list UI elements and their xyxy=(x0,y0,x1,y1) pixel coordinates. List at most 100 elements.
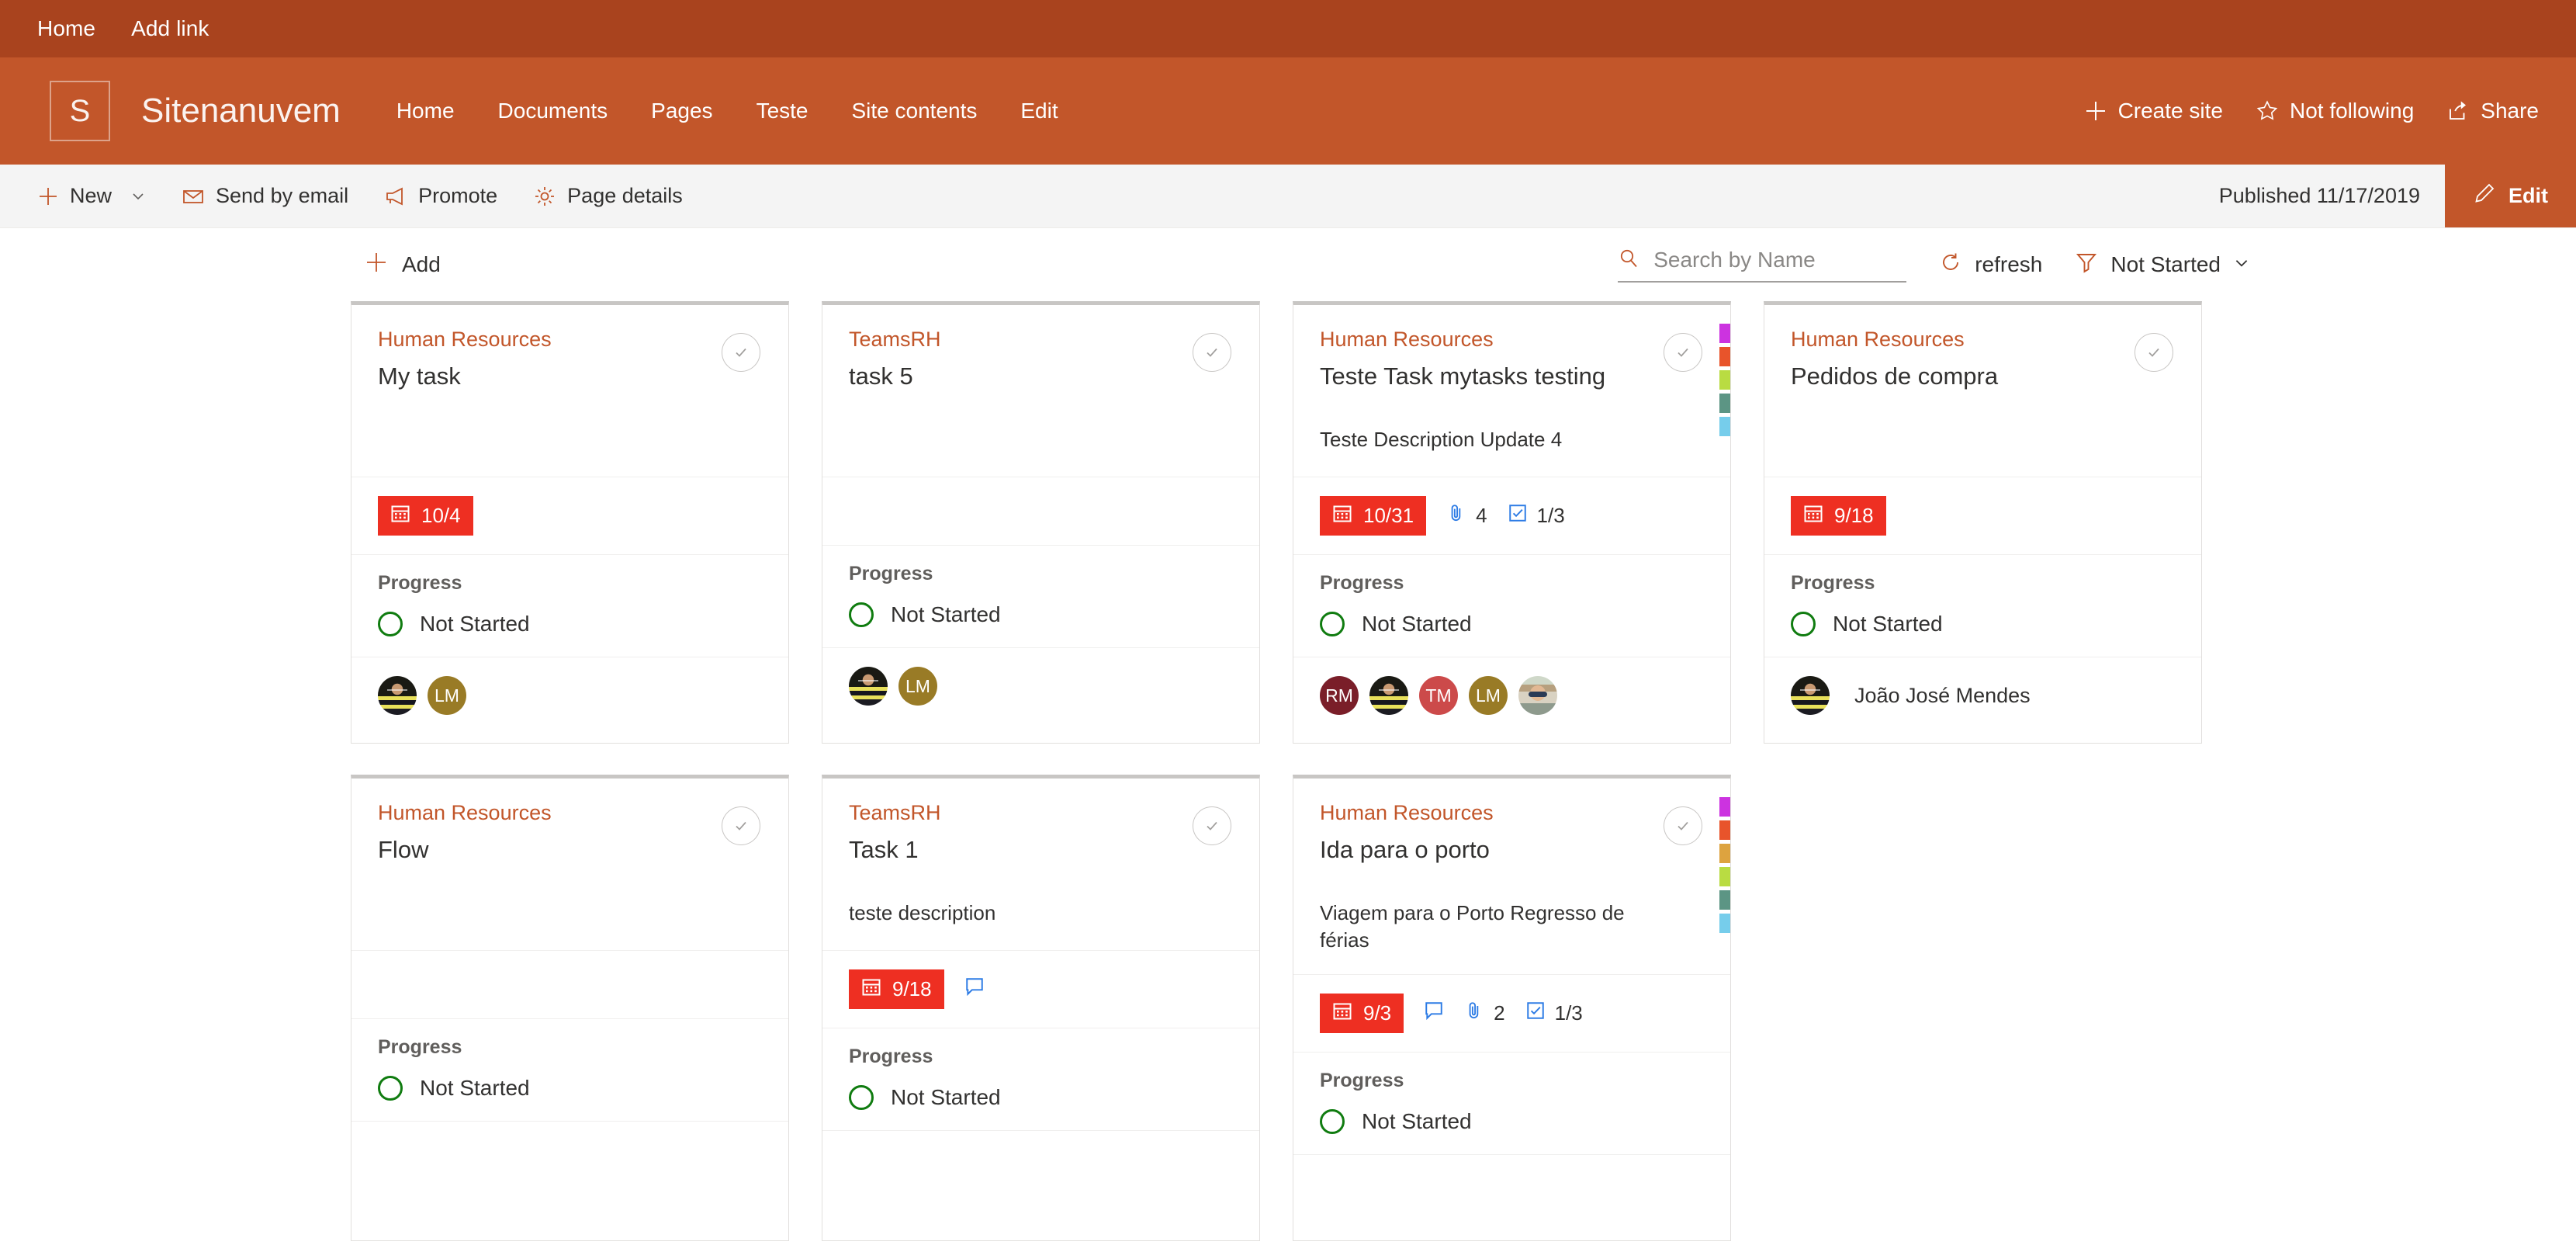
command-bar-spacer xyxy=(698,165,2219,227)
progress-status[interactable]: Not Started xyxy=(1791,612,2175,636)
progress-status-label: Not Started xyxy=(891,1085,1001,1109)
not-started-icon xyxy=(378,1076,403,1101)
task-card[interactable]: TeamsRH task 5 Progress Not Started LM xyxy=(822,301,1260,744)
progress-status-label: Not Started xyxy=(891,602,1001,626)
complete-task-button[interactable] xyxy=(722,806,760,845)
complete-task-button[interactable] xyxy=(1193,333,1231,372)
share-button[interactable]: Share xyxy=(2446,99,2539,123)
suite-link-home[interactable]: Home xyxy=(37,16,95,41)
task-title: task 5 xyxy=(849,362,913,390)
nav-item-site-contents[interactable]: Site contents xyxy=(849,91,981,131)
add-task-label: Add xyxy=(402,252,441,276)
complete-task-button[interactable] xyxy=(1664,806,1702,845)
nav-item-documents[interactable]: Documents xyxy=(495,91,611,131)
task-bucket-name: Human Resources xyxy=(1320,328,1494,351)
avatar[interactable] xyxy=(849,667,888,706)
task-card[interactable]: Human Resources Ida para o porto Viagem … xyxy=(1293,775,1731,1242)
nav-item-pages[interactable]: Pages xyxy=(648,91,715,131)
avatar[interactable] xyxy=(1369,676,1408,715)
edit-button[interactable]: Edit xyxy=(2445,165,2576,227)
attachment-count: 2 xyxy=(1494,1001,1505,1025)
attachment-indicator: 2 xyxy=(1464,1001,1505,1026)
star-icon xyxy=(2256,99,2279,123)
progress-status[interactable]: Not Started xyxy=(378,1076,762,1101)
chevron-down-icon[interactable] xyxy=(130,189,146,204)
megaphone-icon xyxy=(384,185,407,208)
command-bar-left: New Send by email Promote Page details xyxy=(0,165,698,227)
task-card-header: Human Resources Teste Task mytasks testi… xyxy=(1293,305,1730,477)
progress-label: Progress xyxy=(378,1036,462,1058)
progress-status-label: Not Started xyxy=(420,1076,530,1100)
complete-task-button[interactable] xyxy=(1664,333,1702,372)
site-title[interactable]: Sitenanuvem xyxy=(141,92,341,130)
command-bar: New Send by email Promote Page details P… xyxy=(0,165,2576,228)
task-card-grid: Human Resources My task 10/4 Progress No… xyxy=(0,301,2576,1242)
task-progress-section: Progress Not Started xyxy=(822,1028,1259,1131)
chevron-down-icon[interactable] xyxy=(2233,252,2250,277)
avatar[interactable] xyxy=(1518,676,1557,715)
checklist-indicator: 1/3 xyxy=(1508,503,1565,529)
task-card[interactable]: Human Resources Teste Task mytasks testi… xyxy=(1293,301,1731,744)
header-actions: Create site Not following Share xyxy=(2084,99,2539,123)
not-following-button[interactable]: Not following xyxy=(2256,99,2414,123)
add-task-button[interactable]: Add xyxy=(365,251,441,279)
task-card[interactable]: Human Resources My task 10/4 Progress No… xyxy=(351,301,789,744)
progress-status[interactable]: Not Started xyxy=(1320,1109,1704,1135)
task-assignees xyxy=(822,1131,1259,1216)
nav-item-teste[interactable]: Teste xyxy=(753,91,812,131)
progress-label: Progress xyxy=(1791,572,1875,594)
search-input[interactable] xyxy=(1653,248,1907,272)
filter-dropdown[interactable]: Not Started xyxy=(2075,251,2250,279)
avatar[interactable]: LM xyxy=(898,667,937,706)
avatar[interactable]: LM xyxy=(1469,676,1508,715)
task-card[interactable]: Human Resources Pedidos de compra 9/18 P… xyxy=(1764,301,2202,744)
avatar[interactable]: TM xyxy=(1419,676,1458,715)
avatar-initials: LM xyxy=(435,685,459,706)
refresh-button[interactable]: refresh xyxy=(1939,251,2042,279)
site-logo-letter: S xyxy=(69,93,91,128)
task-description: teste description xyxy=(849,901,996,925)
site-logo[interactable]: S xyxy=(50,81,110,141)
complete-task-button[interactable] xyxy=(1193,806,1231,845)
create-site-button[interactable]: Create site xyxy=(2084,99,2223,123)
filter-label: Not Started xyxy=(2110,252,2221,276)
complete-task-button[interactable] xyxy=(722,333,760,372)
task-card[interactable]: TeamsRH Task 1 teste description 9/18 Pr… xyxy=(822,775,1260,1242)
progress-status[interactable]: Not Started xyxy=(378,612,762,636)
checkbox-icon xyxy=(1508,503,1528,529)
task-assignees: LM xyxy=(351,657,788,743)
progress-label: Progress xyxy=(849,1046,933,1067)
due-date-value: 9/18 xyxy=(1834,504,1874,527)
task-bucket-name: TeamsRH xyxy=(849,328,941,351)
refresh-label: refresh xyxy=(1975,252,2043,276)
avatar[interactable] xyxy=(1791,676,1830,715)
avatar[interactable]: LM xyxy=(428,676,466,715)
promote-button[interactable]: Promote xyxy=(369,165,513,227)
due-date-value: 10/31 xyxy=(1363,504,1414,527)
published-status: Published 11/17/2019 xyxy=(2218,184,2420,207)
comment-indicator xyxy=(964,976,985,1002)
avatar[interactable]: RM xyxy=(1320,676,1359,715)
task-card[interactable]: Human Resources Flow Progress Not Starte… xyxy=(351,775,789,1242)
not-following-label: Not following xyxy=(2289,99,2415,123)
search-box[interactable] xyxy=(1618,248,1907,283)
progress-status[interactable]: Not Started xyxy=(1320,612,1704,636)
due-date-value: 9/3 xyxy=(1363,1001,1392,1025)
task-card-meta: 9/18 xyxy=(1764,477,2201,555)
nav-item-home[interactable]: Home xyxy=(393,91,458,131)
nav-item-edit[interactable]: Edit xyxy=(1017,91,1061,131)
complete-task-button[interactable] xyxy=(2135,333,2173,372)
send-by-email-button[interactable]: Send by email xyxy=(166,165,364,227)
progress-label: Progress xyxy=(1320,1070,1404,1092)
label-stripe xyxy=(1719,867,1730,886)
progress-status[interactable]: Not Started xyxy=(849,602,1233,627)
progress-status[interactable]: Not Started xyxy=(849,1085,1233,1110)
not-started-icon xyxy=(849,602,874,627)
new-button[interactable]: New xyxy=(22,165,161,227)
suite-link-add-link[interactable]: Add link xyxy=(131,16,209,41)
avatar[interactable] xyxy=(378,676,417,715)
due-date-badge: 10/31 xyxy=(1320,496,1427,536)
avatar-initials: LM xyxy=(905,675,930,696)
page-details-button[interactable]: Page details xyxy=(518,165,698,227)
task-bucket-name: Human Resources xyxy=(378,801,552,824)
